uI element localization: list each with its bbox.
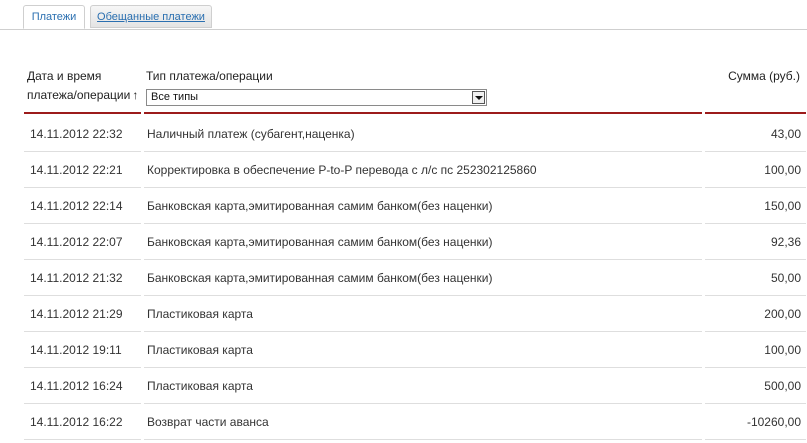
- payment-type: Банковская карта,эмитированная самим бан…: [147, 199, 493, 213]
- payment-date: 14.11.2012 22:14: [30, 199, 123, 213]
- payment-date: 14.11.2012 16:22: [30, 415, 123, 429]
- payment-type: Наличный платеж (субагент,наценка): [147, 127, 355, 141]
- payment-sum: 100,00: [764, 163, 801, 177]
- payments-table-body: 14.11.2012 22:32 Наличный платеж (субаген…: [0, 116, 807, 440]
- column-header-date[interactable]: Дата и время платежа/операции ↑: [27, 67, 145, 105]
- table-row: 14.11.2012 16:22 Возврат части аванса -102…: [0, 404, 807, 440]
- payment-type: Корректировка в обеспечение P-to-P перев…: [147, 163, 537, 177]
- payment-sum: 50,00: [770, 271, 801, 285]
- tab-bar: Платежи Обещанные платежи: [0, 0, 807, 30]
- payment-type: Банковская карта,эмитированная самим бан…: [147, 235, 493, 249]
- payment-sum: -10260,00: [746, 415, 801, 429]
- table-row: 14.11.2012 16:24 Пластиковая карта 500,00: [0, 368, 807, 404]
- chevron-down-icon[interactable]: [472, 91, 485, 104]
- column-header-sum: Сумма (руб.): [728, 69, 800, 83]
- header-divider: [144, 112, 702, 114]
- payment-sum: 100,00: [764, 343, 801, 357]
- payment-sum: 43,00: [770, 127, 801, 141]
- table-row: 14.11.2012 21:32 Банковская карта,эмитиро…: [0, 260, 807, 296]
- payment-date: 14.11.2012 21:29: [30, 307, 123, 321]
- column-header-type: Тип платежа/операции: [146, 69, 273, 83]
- table-row: 14.11.2012 22:14 Банковская карта,эмитиро…: [0, 188, 807, 224]
- payment-date: 14.11.2012 22:07: [30, 235, 123, 249]
- table-row: 14.11.2012 22:21 Корректировка в обеспече…: [0, 152, 807, 188]
- tab-payments[interactable]: Платежи: [23, 5, 85, 29]
- sort-ascending-icon[interactable]: ↑: [132, 88, 138, 102]
- payment-date: 14.11.2012 22:21: [30, 163, 123, 177]
- payment-type: Пластиковая карта: [147, 343, 253, 357]
- payment-date: 14.11.2012 21:32: [30, 271, 123, 285]
- table-row: 14.11.2012 19:11 Пластиковая карта 100,00: [0, 332, 807, 368]
- payment-type: Пластиковая карта: [147, 307, 253, 321]
- payment-sum: 200,00: [764, 307, 801, 321]
- row-divider: [24, 439, 141, 440]
- table-row: 14.11.2012 22:32 Наличный платеж (субаген…: [0, 116, 807, 152]
- column-header-date-label: Дата и время платежа/операции: [27, 69, 131, 102]
- header-divider: [24, 112, 141, 114]
- payment-type-filter-value: Все типы: [151, 91, 199, 103]
- payment-sum: 150,00: [764, 199, 801, 213]
- row-divider: [705, 439, 806, 440]
- payment-type-filter-select[interactable]: Все типы: [146, 89, 487, 106]
- header-divider: [705, 112, 806, 114]
- payment-date: 14.11.2012 16:24: [30, 379, 123, 393]
- payment-sum: 92,36: [770, 235, 801, 249]
- tab-promised-payments[interactable]: Обещанные платежи: [90, 5, 212, 28]
- row-divider: [144, 439, 702, 440]
- payment-type: Банковская карта,эмитированная самим бан…: [147, 271, 493, 285]
- payment-type: Пластиковая карта: [147, 379, 253, 393]
- payment-date: 14.11.2012 22:32: [30, 127, 123, 141]
- payment-type: Возврат части аванса: [147, 415, 269, 429]
- table-row: 14.11.2012 22:07 Банковская карта,эмитиро…: [0, 224, 807, 260]
- payment-date: 14.11.2012 19:11: [30, 343, 122, 357]
- payments-page: Платежи Обещанные платежи Дата и время п…: [0, 0, 807, 443]
- payment-sum: 500,00: [764, 379, 801, 393]
- table-row: 14.11.2012 21:29 Пластиковая карта 200,00: [0, 296, 807, 332]
